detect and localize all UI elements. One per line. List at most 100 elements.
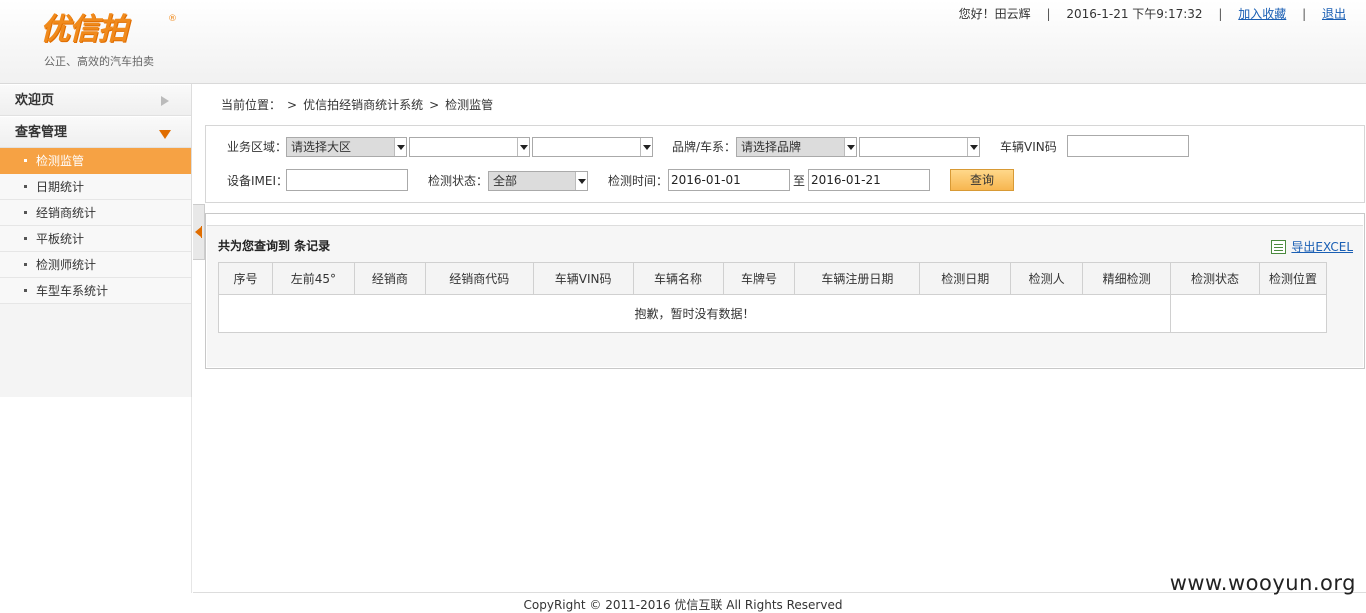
- status-select-value: 全部: [493, 174, 518, 188]
- sidebar-section-inspection[interactable]: 查客管理: [0, 116, 191, 148]
- col-header: 检测人: [1010, 262, 1084, 295]
- excel-icon: [1271, 240, 1287, 254]
- breadcrumb: 当前位置： > 优信拍经销商统计系统 > 检测监管: [221, 96, 493, 114]
- sidebar-item-inspector-stats[interactable]: 检测师统计: [0, 252, 191, 278]
- results-table: 序号 左前45° 经销商 经销商代码 车辆VIN码 车辆名称 车牌号 车辆注册日…: [217, 262, 1328, 333]
- sidebar-item-label: 检测监管: [36, 154, 85, 168]
- bullet-icon: [24, 211, 27, 214]
- sidebar-blank: [0, 397, 192, 593]
- col-header: 车辆VIN码: [532, 262, 634, 295]
- top-bar: 您好！田云辉 | 2016-1-21 下午9:17:32 | 加入收藏 | 退出: [959, 5, 1346, 23]
- breadcrumb-separator: >: [429, 98, 440, 112]
- vin-input[interactable]: [1067, 135, 1189, 157]
- result-body: 共为您查询到 条记录 导出EXCEL 序号 左前45° 经销商 经销商代码 车辆…: [207, 225, 1363, 367]
- separator: |: [1302, 7, 1307, 21]
- dropdown-arrow-icon: [967, 138, 979, 156]
- current-datetime: 2016-1-21 下午9:17:32: [1066, 7, 1203, 21]
- status-select[interactable]: 全部: [488, 171, 588, 191]
- sidebar-welcome-label: 欢迎页: [15, 93, 55, 108]
- dropdown-arrow-icon: [517, 138, 529, 156]
- to-label: 至: [793, 174, 806, 188]
- sidebar-welcome[interactable]: 欢迎页: [0, 84, 191, 116]
- sidebar-item-label: 检测师统计: [36, 258, 97, 272]
- imei-label: 设备IMEI：: [227, 174, 289, 188]
- region-label: 业务区域：: [227, 140, 288, 154]
- table-cell: [1170, 294, 1327, 333]
- sidebar-item-dealer-stats[interactable]: 经销商统计: [0, 200, 191, 226]
- col-header: 车辆名称: [632, 262, 724, 295]
- brand-select-value: 请选择品牌: [741, 140, 802, 154]
- date-to-input[interactable]: 2016-01-21: [808, 169, 930, 191]
- dropdown-arrow-icon: [575, 172, 587, 190]
- user-greeting: 您好！田云辉: [958, 7, 1031, 21]
- watermark: www.wooyun.org: [1169, 571, 1356, 595]
- separator: |: [1046, 7, 1051, 21]
- arrow-down-icon: [159, 130, 171, 139]
- sidebar-item-label: 日期统计: [36, 180, 85, 194]
- table-header-row: 序号 左前45° 经销商 经销商代码 车辆VIN码 车辆名称 车牌号 车辆注册日…: [218, 262, 1328, 295]
- vin-label: 车辆VIN码: [1000, 140, 1057, 154]
- col-header: 检测状态: [1170, 262, 1260, 295]
- sidebar-item-inspection-monitor[interactable]: 检测监管: [0, 148, 191, 174]
- sidebar-item-label: 经销商统计: [36, 206, 97, 220]
- province-select[interactable]: [409, 137, 530, 157]
- sidebar-item-model-stats[interactable]: 车型车系统计: [0, 278, 191, 304]
- separator: |: [1218, 7, 1223, 21]
- logout-link[interactable]: 退出: [1322, 7, 1346, 21]
- col-header: 序号: [218, 262, 273, 295]
- export-excel-button[interactable]: 导出EXCEL: [1271, 238, 1353, 256]
- table-row: 抱歉，暂时没有数据！: [217, 294, 1327, 333]
- bullet-icon: [24, 185, 27, 188]
- collapse-bar-icon: [201, 226, 202, 238]
- sidebar-collapse-handle[interactable]: [193, 204, 205, 260]
- brand-select[interactable]: 请选择品牌: [736, 137, 857, 157]
- dropdown-arrow-icon: [394, 138, 406, 156]
- query-button[interactable]: 查询: [950, 169, 1014, 191]
- export-excel-link[interactable]: 导出EXCEL: [1291, 240, 1353, 254]
- bullet-icon: [24, 237, 27, 240]
- arrow-right-icon: [161, 96, 169, 106]
- footer-copyright: CopyRight © 2011-2016 优信互联 All Rights Re…: [523, 598, 843, 612]
- logo[interactable]: 优信拍 ® 公正、高效的汽车拍卖: [40, 12, 200, 72]
- region-select[interactable]: 请选择大区: [286, 137, 407, 157]
- col-header: 左前45°: [271, 262, 355, 295]
- imei-input[interactable]: [286, 169, 408, 191]
- bullet-icon: [24, 159, 27, 162]
- sidebar-submenu: 检测监管 日期统计 经销商统计 平板统计 检测师统计 车型车系统计: [0, 148, 191, 304]
- registered-mark: ®: [168, 14, 177, 24]
- col-header: 车辆注册日期: [794, 262, 921, 295]
- col-header: 车牌号: [722, 262, 796, 295]
- sidebar: 欢迎页 查客管理 检测监管 日期统计 经销商统计 平板统计 检测师统计 车型车系…: [0, 84, 192, 397]
- col-header: 检测日期: [919, 262, 1012, 295]
- sidebar-item-label: 车型车系统计: [36, 284, 109, 298]
- empty-message: 抱歉，暂时没有数据！: [217, 294, 1172, 333]
- brand-label: 品牌/车系：: [672, 140, 737, 154]
- result-count-title: 共为您查询到 条记录: [218, 239, 331, 253]
- dropdown-arrow-icon: [844, 138, 856, 156]
- breadcrumb-system: 优信拍经销商统计系统: [303, 98, 424, 112]
- search-panel: 业务区域： 请选择大区 品牌/车系： 请选择品牌 车辆VIN码 设备IMEI： …: [205, 125, 1365, 203]
- result-panel: 共为您查询到 条记录 导出EXCEL 序号 左前45° 经销商 经销商代码 车辆…: [205, 213, 1365, 369]
- series-select[interactable]: [859, 137, 980, 157]
- col-header: 检测位置: [1258, 262, 1328, 295]
- date-from-input[interactable]: 2016-01-01: [668, 169, 790, 191]
- city-select[interactable]: [532, 137, 653, 157]
- logo-slogan: 公正、高效的汽车拍卖: [44, 55, 154, 68]
- sidebar-section-label: 查客管理: [15, 125, 68, 140]
- bullet-icon: [24, 263, 27, 266]
- breadcrumb-separator: >: [287, 98, 298, 112]
- bullet-icon: [24, 289, 27, 292]
- col-header: 经销商代码: [424, 262, 534, 295]
- header: 优信拍 ® 公正、高效的汽车拍卖 您好！田云辉 | 2016-1-21 下午9:…: [0, 0, 1366, 84]
- col-header: 精细检测: [1082, 262, 1172, 295]
- sidebar-item-label: 平板统计: [36, 232, 85, 246]
- add-favorite-link[interactable]: 加入收藏: [1238, 7, 1286, 21]
- status-label: 检测状态：: [428, 174, 489, 188]
- breadcrumb-current: 检测监管: [445, 98, 494, 112]
- time-label: 检测时间：: [608, 174, 669, 188]
- col-header: 经销商: [353, 262, 426, 295]
- region-select-value: 请选择大区: [291, 140, 352, 154]
- breadcrumb-prefix: 当前位置：: [221, 98, 282, 112]
- sidebar-item-tablet-stats[interactable]: 平板统计: [0, 226, 191, 252]
- sidebar-item-date-stats[interactable]: 日期统计: [0, 174, 191, 200]
